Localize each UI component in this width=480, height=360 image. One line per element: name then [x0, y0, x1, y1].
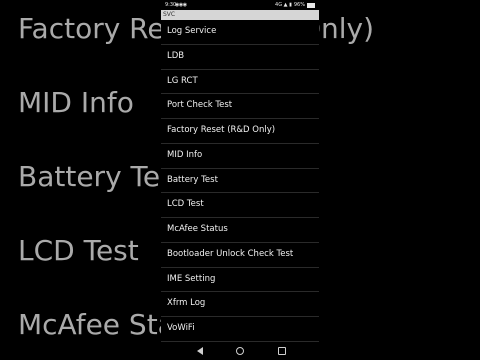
battery-percent: 96%: [293, 2, 305, 8]
home-button[interactable]: [234, 345, 246, 357]
signal-icon: 4G ▲ ▮: [275, 2, 292, 8]
back-triangle-icon: [197, 347, 203, 355]
menu-item-port-check-test[interactable]: Port Check Test: [161, 94, 319, 119]
service-menu-list: Log Service LDB LG RCT Port Check Test F…: [161, 20, 319, 342]
menu-item-ime-setting[interactable]: IME Setting: [161, 268, 319, 293]
recents-button[interactable]: [276, 345, 288, 357]
back-button[interactable]: [194, 345, 206, 357]
status-bar: 9:30 ◉◉◉ 4G ▲ ▮ 96%: [161, 0, 319, 10]
video-frame: Factory Reset (R&D Only) MID Info Batter…: [0, 0, 480, 360]
menu-item-lcd-test[interactable]: LCD Test: [161, 193, 319, 218]
home-circle-icon: [236, 347, 244, 355]
menu-item-lg-rct[interactable]: LG RCT: [161, 70, 319, 95]
menu-item-factory-reset[interactable]: Factory Reset (R&D Only): [161, 119, 319, 144]
menu-item-vowifi[interactable]: VoWiFi: [161, 317, 319, 342]
menu-item-mid-info[interactable]: MID Info: [161, 144, 319, 169]
menu-item-log-service[interactable]: Log Service: [161, 20, 319, 45]
notification-icons: ◉◉◉: [175, 2, 187, 8]
phone-screen: 9:30 ◉◉◉ 4G ▲ ▮ 96% SVC Log Service LDB …: [161, 0, 319, 360]
menu-item-mcafee-status[interactable]: McAfee Status: [161, 218, 319, 243]
background-label: LCD Test: [18, 234, 139, 267]
recents-square-icon: [278, 347, 286, 355]
menu-item-battery-test[interactable]: Battery Test: [161, 169, 319, 194]
menu-item-ldb[interactable]: LDB: [161, 45, 319, 70]
status-right-group: 4G ▲ ▮ 96%: [275, 0, 315, 10]
navigation-bar: [161, 342, 319, 360]
app-bar-title: SVC: [161, 10, 319, 20]
menu-item-xfrm-log[interactable]: Xfrm Log: [161, 292, 319, 317]
background-label: MID Info: [18, 86, 134, 119]
menu-item-bootloader-unlock-check[interactable]: Bootloader Unlock Check Test: [161, 243, 319, 268]
battery-icon: [307, 2, 315, 8]
